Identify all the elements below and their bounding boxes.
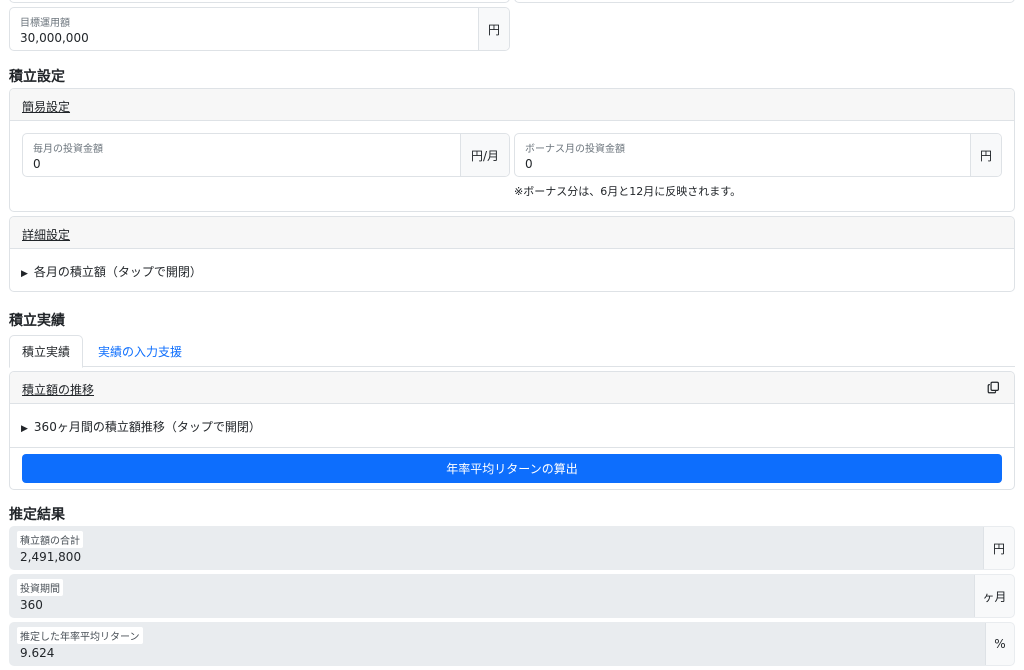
savings-settings-title: 積立設定: [9, 69, 65, 85]
bonus-amount-unit: 円: [970, 134, 1001, 176]
monthly-detail-toggle[interactable]: ▶ 各月の積立額（タップで開閉）: [21, 263, 202, 280]
monthly-amount-value: 0: [33, 157, 41, 171]
monthly-detail-toggle-text: 各月の積立額（タップで開閉）: [33, 265, 202, 279]
history-divider: [10, 447, 1014, 448]
tab-savings-results[interactable]: 積立実績: [9, 335, 84, 368]
detail-settings-card: 詳細設定: [9, 216, 1015, 292]
total-amount-unit: 円: [983, 527, 1014, 569]
period-value: 360: [20, 598, 43, 612]
history-header[interactable]: 積立額の推移: [10, 372, 1014, 404]
results-tabs: 積立実績 実績の入力支援: [9, 335, 1015, 368]
cropped-input-right: [514, 0, 1015, 3]
return-field: 推定した年率平均リターン 9.624: [10, 623, 985, 665]
calculate-return-button[interactable]: 年率平均リターンの算出: [22, 454, 1002, 483]
disclosure-triangle-icon: ▶: [21, 424, 28, 434]
period-label: 投資期間: [17, 579, 63, 596]
bonus-amount-label: ボーナス月の投資金額: [525, 144, 625, 155]
detail-settings-header[interactable]: 詳細設定: [10, 217, 1014, 249]
return-value: 9.624: [20, 646, 55, 660]
monthly-amount-field[interactable]: 毎月の投資金額 0: [23, 134, 460, 176]
target-amount-field[interactable]: 目標運用額 30,000,000: [10, 8, 478, 50]
target-amount-group: 目標運用額 30,000,000 円: [9, 7, 510, 51]
return-unit: %: [985, 623, 1014, 665]
monthly-amount-label: 毎月の投資金額: [33, 144, 103, 155]
target-amount-value: 30,000,000: [20, 31, 89, 45]
return-group: 推定した年率平均リターン 9.624 %: [9, 622, 1015, 666]
disclosure-triangle-icon: ▶: [21, 269, 28, 279]
simple-settings-header[interactable]: 簡易設定: [10, 89, 1014, 121]
detail-settings-header-text: 詳細設定: [22, 228, 71, 242]
bonus-note: ※ボーナス分は、6月と12月に反映されます。: [514, 185, 742, 198]
total-amount-field: 積立額の合計 2,491,800: [10, 527, 983, 569]
monthly-amount-group: 毎月の投資金額 0 円/月: [22, 133, 510, 177]
period-group: 投資期間 360 ヶ月: [9, 574, 1015, 618]
target-amount-unit: 円: [478, 8, 509, 50]
cropped-input-left: [9, 0, 510, 3]
history-detail-toggle-text: 360ヶ月間の積立額推移（タップで開閉）: [33, 420, 261, 434]
total-amount-value: 2,491,800: [20, 550, 82, 564]
total-amount-label: 積立額の合計: [17, 531, 83, 548]
bonus-amount-group: ボーナス月の投資金額 0 円: [514, 133, 1002, 177]
copy-icon[interactable]: [987, 381, 1000, 394]
period-unit: ヶ月: [974, 575, 1014, 617]
simple-settings-header-text: 簡易設定: [22, 100, 71, 114]
bonus-amount-value: 0: [525, 157, 533, 171]
history-header-text: 積立額の推移: [22, 383, 95, 397]
tab-input-support[interactable]: 実績の入力支援: [86, 335, 194, 368]
return-label: 推定した年率平均リターン: [17, 627, 143, 644]
bonus-amount-field[interactable]: ボーナス月の投資金額 0: [515, 134, 970, 176]
history-detail-toggle[interactable]: ▶ 360ヶ月間の積立額推移（タップで開閉）: [21, 418, 261, 435]
total-amount-group: 積立額の合計 2,491,800 円: [9, 526, 1015, 570]
period-field: 投資期間 360: [10, 575, 974, 617]
savings-results-title: 積立実績: [9, 313, 65, 329]
target-amount-label: 目標運用額: [20, 18, 70, 29]
monthly-amount-unit: 円/月: [460, 134, 509, 176]
estimate-title: 推定結果: [9, 507, 65, 523]
